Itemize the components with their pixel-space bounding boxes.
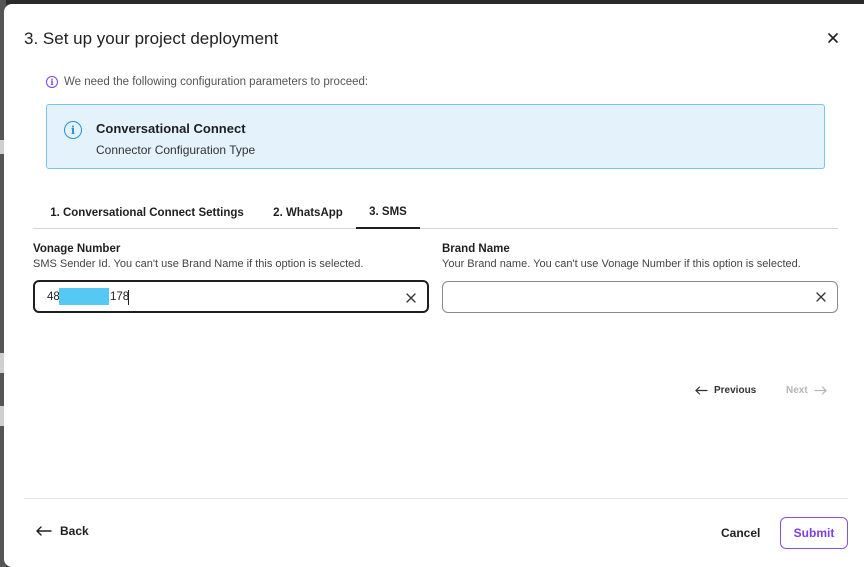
vonage-number-label: Vonage Number [33, 243, 121, 255]
tab-whatsapp[interactable]: 2. WhatsApp [265, 197, 351, 229]
info-circle-icon: i [46, 76, 58, 88]
brand-name-field: Brand Name Your Brand name. You can't us… [442, 243, 801, 270]
tab-sms[interactable]: 3. SMS [356, 197, 420, 229]
info-box-title: Conversational Connect [96, 121, 246, 136]
back-label: Back [60, 524, 89, 538]
submit-button[interactable]: Submit [780, 517, 848, 549]
arrow-right-icon [814, 386, 827, 395]
arrow-left-icon [36, 526, 52, 536]
close-button[interactable] [826, 31, 840, 45]
clear-vonage-number-button[interactable] [405, 291, 417, 303]
next-button[interactable]: Next [786, 385, 827, 396]
vonage-number-input[interactable]: 48 178 [33, 280, 429, 313]
vonage-number-value-prefix: 48 [47, 290, 60, 303]
previous-label: Previous [714, 385, 757, 396]
info-box-subtitle: Connector Configuration Type [96, 143, 256, 157]
vonage-number-help: SMS Sender Id. You can't use Brand Name … [33, 258, 364, 270]
tab-bar: 1. Conversational Connect Settings 2. Wh… [33, 197, 838, 229]
text-cursor [128, 290, 129, 305]
close-icon [828, 33, 838, 43]
deployment-dialog: 3. Set up your project deployment i We n… [4, 4, 864, 567]
vonage-number-value-suffix: 178 [110, 290, 130, 303]
back-button[interactable]: Back [36, 524, 89, 538]
arrow-left-icon [695, 386, 708, 395]
notice-text: We need the following configuration para… [64, 76, 369, 88]
info-circle-icon: i [64, 121, 82, 139]
vonage-number-field: Vonage Number SMS Sender Id. You can't u… [33, 243, 363, 270]
clear-brand-name-button[interactable] [815, 290, 827, 302]
brand-name-label: Brand Name [442, 243, 510, 255]
cancel-button[interactable]: Cancel [721, 526, 760, 540]
previous-button[interactable]: Previous [695, 385, 756, 396]
tab-conversational-connect-settings[interactable]: 1. Conversational Connect Settings [33, 197, 261, 229]
redaction-block [59, 288, 109, 305]
footer-divider [24, 498, 848, 499]
brand-name-help: Your Brand name. You can't use Vonage Nu… [442, 258, 801, 270]
close-icon [406, 293, 416, 303]
close-icon [816, 292, 826, 302]
info-box: i Conversational Connect Connector Confi… [46, 104, 825, 169]
dialog-title: 3. Set up your project deployment [24, 29, 279, 48]
brand-name-text[interactable] [455, 282, 795, 312]
brand-name-input[interactable] [442, 281, 838, 313]
next-label: Next [786, 385, 808, 396]
notice: i We need the following configuration pa… [46, 76, 368, 88]
